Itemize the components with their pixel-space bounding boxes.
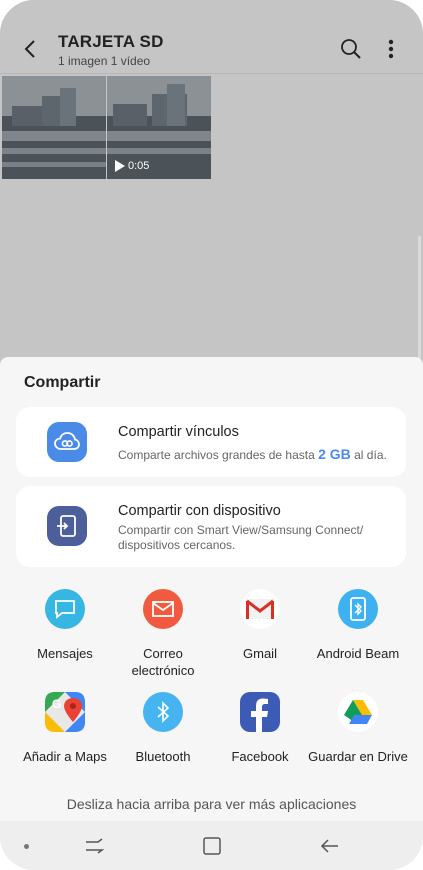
navigation-bar [0,821,423,870]
maps-icon: G [45,692,85,732]
app-bluetooth[interactable]: Bluetooth [113,692,213,765]
app-label: Correo electrónico [131,646,195,678]
drive-icon [338,692,378,732]
app-facebook[interactable]: Facebook [210,692,310,765]
gmail-icon [240,589,280,629]
app-android-beam[interactable]: Android Beam [308,589,408,662]
video-thumbnail[interactable]: 0:05 [107,76,211,179]
photo-thumbnail[interactable] [2,76,106,179]
facebook-icon [240,692,280,732]
app-maps[interactable]: G Añadir a Maps [15,692,115,765]
share-links-card[interactable]: Compartir vínculos Comparte archivos gra… [16,407,406,477]
album-subtitle: 1 imagen 1 vídeo [58,54,151,68]
share-sheet: Compartir Compartir vínculos Comparte ar… [0,357,423,870]
bluetooth-icon [143,692,183,732]
email-icon [143,589,183,629]
messages-icon [45,589,85,629]
video-duration: 0:05 [128,160,150,172]
back-nav-icon[interactable] [320,836,340,861]
share-device-title: Compartir con dispositivo [118,503,281,519]
play-icon [115,160,125,172]
album-title: TARJETA SD [58,32,164,51]
phone-screen: TARJETA SD 1 imagen 1 vídeo 0:05 Compart… [0,0,423,870]
nav-keep-shown-dot[interactable] [24,844,29,849]
share-links-limit: 2 GB [318,446,351,462]
back-arrow-icon[interactable] [20,38,42,60]
gallery-background: TARJETA SD 1 imagen 1 vídeo 0:05 [0,0,423,408]
share-links-description: Comparte archivos grandes de hasta 2 GB … [118,446,387,463]
android-beam-icon [338,589,378,629]
swipe-up-hint: Desliza hacia arriba para ver más aplica… [66,796,357,812]
share-device-description: Compartir con Smart View/Samsung Connect… [118,523,364,552]
search-icon[interactable] [340,38,362,60]
app-label: Facebook [231,749,289,764]
share-device-icon [47,506,87,546]
app-label: Añadir a Maps [23,749,107,764]
gallery-app-bar: TARJETA SD 1 imagen 1 vídeo [0,0,423,74]
more-options-icon[interactable] [384,38,398,60]
app-label: Android Beam [316,646,400,661]
app-drive[interactable]: Guardar en Drive [308,692,408,765]
app-gmail[interactable]: Gmail [210,589,310,662]
app-label: Bluetooth [135,749,191,764]
app-email[interactable]: Correo electrónico [113,589,213,679]
home-button-icon[interactable] [202,836,222,861]
app-messages[interactable]: Mensajes [15,589,115,662]
cloud-link-icon [47,422,87,462]
svg-text:G: G [52,697,61,711]
recent-apps-icon[interactable] [84,836,105,861]
video-duration-badge: 0:05 [115,160,149,172]
app-label: Gmail [243,646,277,661]
share-sheet-title: Compartir [24,374,101,391]
app-label: Mensajes [37,646,93,661]
app-label: Guardar en Drive [308,749,408,764]
share-device-card[interactable]: Compartir con dispositivo Compartir con … [16,486,406,567]
share-links-title: Compartir vínculos [118,424,239,440]
